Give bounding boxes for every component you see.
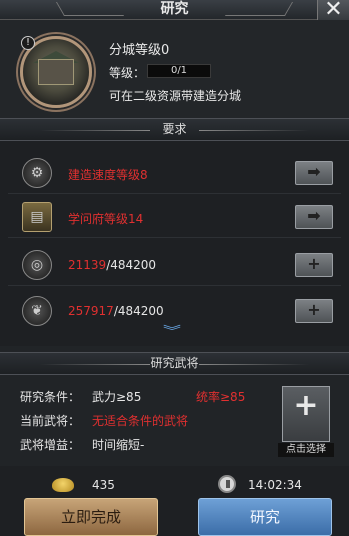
resource-amount: 21139/484200	[68, 258, 156, 272]
requirements-header-label: 要求	[162, 122, 187, 136]
time-cost: 14:02:34	[248, 478, 302, 492]
condition-force: 武力≥85	[92, 390, 142, 404]
gold-cost: 435	[92, 478, 115, 492]
resource-have: 257917	[68, 304, 114, 318]
resource-need: /484200	[113, 304, 164, 318]
general-header-label: 研究武将	[150, 356, 199, 370]
window-title: 研究	[160, 1, 189, 17]
resource-amount: 257917/484200	[68, 304, 164, 318]
castle-icon	[38, 59, 74, 85]
requirements-header: 要求	[0, 118, 349, 141]
hourglass-icon	[218, 475, 236, 493]
resource-have: 21139	[68, 258, 107, 272]
general-bonus-label: 武将增益：	[20, 438, 81, 452]
add-resource-button[interactable]: +	[295, 299, 333, 323]
level-label: 等级：	[109, 66, 146, 80]
resource-need: /484200	[106, 258, 157, 272]
current-general-value: 无适合条件的武将	[92, 414, 189, 428]
goto-arrow-button[interactable]: ➡	[295, 205, 333, 229]
research-name: 分城等级0	[109, 43, 170, 58]
research-button[interactable]: 研究	[198, 498, 332, 536]
general-bonus-value: 时间缩短-	[92, 438, 145, 452]
coin-icon: ◎	[22, 250, 52, 280]
condition-label: 研究条件：	[20, 390, 81, 404]
requirement-text: 学问府等级14	[68, 212, 144, 226]
building-speed-icon: ⚙	[22, 158, 52, 188]
requirements-list: ⚙ 建造速度等级8 ➡ ▤ 学问府等级14 ➡ ◎ 21139/484200 +…	[8, 146, 341, 342]
requirement-text: 建造速度等级8	[68, 168, 148, 182]
instant-complete-button[interactable]: 立即完成	[24, 498, 158, 536]
title-bar: 研究	[0, 0, 349, 20]
research-description: 可在二级资源带建造分城	[109, 89, 242, 103]
scroll-more-icon[interactable]: ︾	[163, 325, 181, 337]
plus-icon: +	[293, 388, 319, 423]
add-resource-button[interactable]: +	[295, 253, 333, 277]
current-general-label: 当前武将：	[20, 414, 81, 428]
level-progress: 0/1	[147, 64, 211, 78]
select-general-label[interactable]: 点击选择	[278, 443, 334, 457]
info-icon[interactable]: !	[21, 36, 35, 50]
gold-ingot-icon	[52, 478, 74, 492]
academy-icon: ▤	[22, 202, 52, 232]
close-button[interactable]: ✕	[317, 0, 349, 22]
requirement-row: ◎ 21139/484200 +	[8, 242, 341, 286]
requirement-row: ▤ 学问府等级14 ➡	[8, 194, 341, 238]
select-general-slot[interactable]: +	[282, 386, 330, 442]
requirement-row: ⚙ 建造速度等级8 ➡	[8, 150, 341, 194]
condition-command: 统率≥85	[196, 390, 246, 404]
goto-arrow-button[interactable]: ➡	[295, 161, 333, 185]
grain-icon: ❦	[22, 296, 52, 326]
general-header: 研究武将	[0, 352, 349, 375]
